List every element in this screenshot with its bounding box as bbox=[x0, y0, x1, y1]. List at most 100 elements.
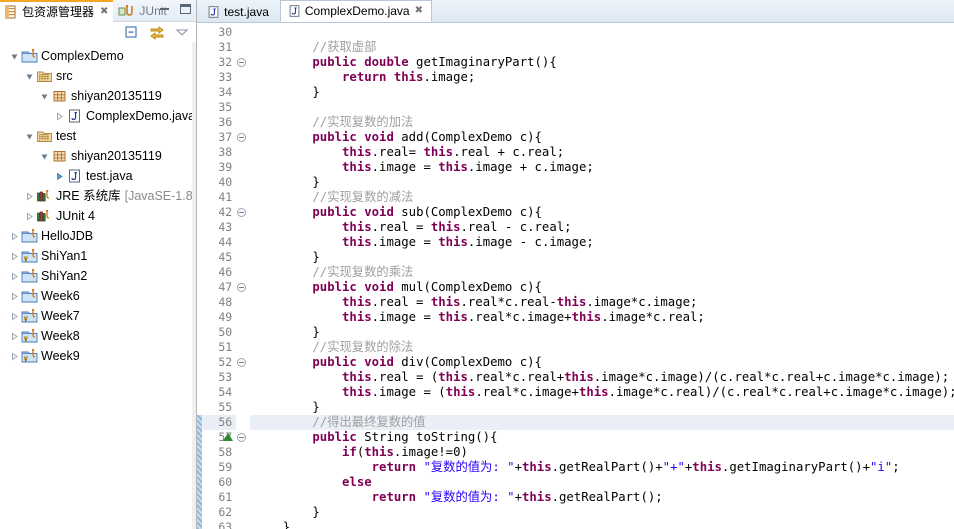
fold-cell[interactable] bbox=[236, 355, 250, 370]
fold-cell bbox=[236, 70, 250, 85]
twisty-expanded-icon[interactable] bbox=[23, 130, 36, 143]
tree-item-week6[interactable]: Week6 bbox=[0, 286, 196, 306]
code-line[interactable]: } bbox=[250, 520, 954, 529]
twisty-collapsed-icon[interactable] bbox=[53, 170, 66, 183]
code-token: getImaginaryPart(){ bbox=[408, 55, 557, 69]
code-line[interactable]: this.real = (this.real*c.real+this.image… bbox=[250, 370, 954, 385]
code-line[interactable]: //实现复数的除法 bbox=[250, 340, 954, 355]
fold-collapse-icon[interactable] bbox=[237, 358, 247, 367]
code-line[interactable]: public void add(ComplexDemo c){ bbox=[250, 130, 954, 145]
project-tree[interactable]: ComplexDemo src shiyan20135119 ComplexDemo.… bbox=[0, 42, 197, 529]
source-code-text[interactable]: //获取虚部 public double getImaginaryPart(){… bbox=[250, 23, 954, 529]
twisty-collapsed-icon[interactable] bbox=[8, 290, 21, 303]
code-line[interactable]: //实现复数的加法 bbox=[250, 115, 954, 130]
twisty-collapsed-icon[interactable] bbox=[53, 110, 66, 123]
twisty-collapsed-icon[interactable] bbox=[23, 190, 36, 203]
twisty-collapsed-icon[interactable] bbox=[8, 250, 21, 263]
code-line[interactable]: this.image = this.image + c.image; bbox=[250, 160, 954, 175]
tree-item-src[interactable]: src bbox=[0, 66, 196, 86]
code-line[interactable]: //实现复数的乘法 bbox=[250, 265, 954, 280]
code-line[interactable]: this.real = this.real - c.real; bbox=[250, 220, 954, 235]
tree-item-label: ShiYan1 bbox=[41, 249, 88, 263]
code-line[interactable] bbox=[250, 25, 954, 40]
fold-cell[interactable] bbox=[236, 55, 250, 70]
tree-item-jre[interactable]: JRE 系统库 [JavaSE-1.8] bbox=[0, 186, 196, 206]
fold-collapse-icon[interactable] bbox=[237, 133, 247, 142]
code-line[interactable]: return this.image; bbox=[250, 70, 954, 85]
minimize-button[interactable] bbox=[158, 3, 171, 16]
code-line[interactable]: public void mul(ComplexDemo c){ bbox=[250, 280, 954, 295]
view-tab-package-explorer[interactable]: 包资源管理器 ✖ bbox=[0, 0, 114, 22]
twisty-collapsed-icon[interactable] bbox=[23, 210, 36, 223]
twisty-expanded-icon[interactable] bbox=[23, 70, 36, 83]
editor-tab-complexdemo-java[interactable]: ComplexDemo.java ✖ bbox=[279, 0, 432, 22]
code-line[interactable] bbox=[250, 100, 954, 115]
code-line[interactable]: this.image = this.real*c.image+this.imag… bbox=[250, 310, 954, 325]
code-line[interactable]: } bbox=[250, 325, 954, 340]
maximize-button[interactable] bbox=[179, 3, 192, 16]
tree-item-shiyan2[interactable]: ShiYan2 bbox=[0, 266, 196, 286]
tree-item-shiyan20135119[interactable]: shiyan20135119 bbox=[0, 86, 196, 106]
folding-column[interactable] bbox=[223, 23, 251, 529]
link-with-editor-icon[interactable] bbox=[149, 24, 165, 40]
code-editor[interactable]: 30 31 32 33 34 35 36 37 38 39 40 41 42 43 44 45 46 47 48 49… bbox=[197, 23, 954, 529]
code-line[interactable]: this.image = this.image - c.image; bbox=[250, 235, 954, 250]
tree-item-week7[interactable]: Week7 bbox=[0, 306, 196, 326]
code-line[interactable]: } bbox=[250, 400, 954, 415]
code-line[interactable]: this.real= this.real + c.real; bbox=[250, 145, 954, 160]
code-line[interactable]: } bbox=[250, 250, 954, 265]
twisty-collapsed-icon[interactable] bbox=[8, 350, 21, 363]
twisty-collapsed-icon[interactable] bbox=[8, 310, 21, 323]
code-line[interactable]: //实现复数的减法 bbox=[250, 190, 954, 205]
code-token: double bbox=[364, 55, 409, 69]
fold-collapse-icon[interactable] bbox=[237, 283, 247, 292]
tree-item-junit-4[interactable]: JUnit 4 bbox=[0, 206, 196, 226]
tree-item-shiyan1[interactable]: ShiYan1 bbox=[0, 246, 196, 266]
code-line[interactable]: } bbox=[250, 175, 954, 190]
code-line[interactable]: //获取虚部 bbox=[250, 40, 954, 55]
code-line[interactable]: //得出最终复数的值 bbox=[250, 415, 954, 430]
twisty-expanded-icon[interactable] bbox=[8, 50, 21, 63]
fold-collapse-icon[interactable] bbox=[237, 208, 247, 217]
chevron-down-icon[interactable] bbox=[174, 24, 190, 40]
twisty-expanded-icon[interactable] bbox=[38, 90, 51, 103]
tree-item-complexdemo-java[interactable]: ComplexDemo.java bbox=[0, 106, 196, 126]
tree-item-test[interactable]: test bbox=[0, 126, 196, 146]
close-icon[interactable]: ✖ bbox=[100, 6, 108, 17]
left-panel-scrollbar[interactable] bbox=[192, 42, 197, 529]
fold-cell[interactable] bbox=[236, 280, 250, 295]
code-line[interactable]: this.real = this.real*c.real-this.image*… bbox=[250, 295, 954, 310]
fold-cell[interactable] bbox=[223, 430, 250, 445]
fold-cell[interactable] bbox=[236, 130, 250, 145]
code-line[interactable]: else bbox=[250, 475, 954, 490]
fold-collapse-icon[interactable] bbox=[237, 433, 247, 442]
code-line[interactable]: } bbox=[250, 505, 954, 520]
tree-item-shiyan20135119[interactable]: shiyan20135119 bbox=[0, 146, 196, 166]
code-line[interactable]: public String toString(){ bbox=[250, 430, 954, 445]
code-line[interactable]: return "复数的值为: "+this.getRealPart()+"+"+… bbox=[250, 460, 954, 475]
fold-collapse-icon[interactable] bbox=[237, 58, 247, 67]
code-line[interactable]: public void sub(ComplexDemo c){ bbox=[250, 205, 954, 220]
editor-tab-test-java[interactable]: test.java bbox=[199, 0, 280, 22]
code-line[interactable]: public double getImaginaryPart(){ bbox=[250, 55, 954, 70]
collapse-all-icon[interactable] bbox=[124, 24, 140, 40]
twisty-collapsed-icon[interactable] bbox=[8, 330, 21, 343]
fold-cell bbox=[236, 235, 250, 250]
twisty-collapsed-icon[interactable] bbox=[8, 230, 21, 243]
code-line[interactable]: } bbox=[250, 85, 954, 100]
code-line[interactable]: this.image = (this.real*c.image+this.ima… bbox=[250, 385, 954, 400]
twisty-expanded-icon[interactable] bbox=[38, 150, 51, 163]
code-line[interactable]: if(this.image!=0) bbox=[250, 445, 954, 460]
twisty-collapsed-icon[interactable] bbox=[8, 270, 21, 283]
tree-item-hellojdb[interactable]: HelloJDB bbox=[0, 226, 196, 246]
fold-cell[interactable] bbox=[236, 205, 250, 220]
code-line[interactable]: return "复数的值为: "+this.getRealPart(); bbox=[250, 490, 954, 505]
tree-item-week8[interactable]: Week8 bbox=[0, 326, 196, 346]
code-line[interactable]: public void div(ComplexDemo c){ bbox=[250, 355, 954, 370]
tree-item-week9[interactable]: Week9 bbox=[0, 346, 196, 366]
code-token: .getRealPart(); bbox=[551, 490, 663, 504]
close-icon[interactable]: ✖ bbox=[415, 6, 423, 16]
tree-item-complexdemo[interactable]: ComplexDemo bbox=[0, 46, 196, 66]
tree-item-test-java[interactable]: test.java bbox=[0, 166, 196, 186]
